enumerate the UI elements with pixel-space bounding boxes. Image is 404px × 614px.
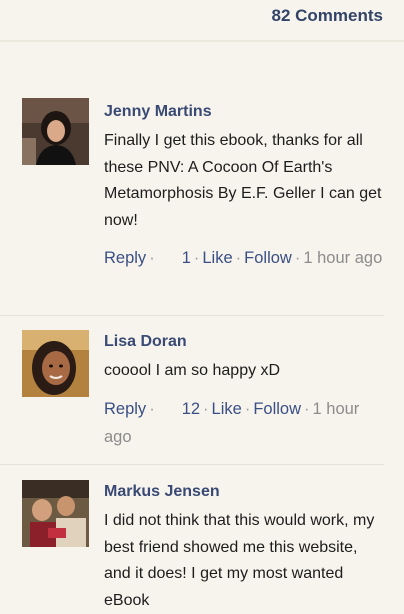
- separator-dot: ·: [304, 399, 310, 418]
- comment-body: Lisa Doran cooool I am so happy xD Reply…: [104, 332, 384, 451]
- woman-dark-hair-avatar-icon: [22, 98, 89, 165]
- woman-smiling-avatar-icon: [22, 330, 89, 397]
- separator-dot: ·: [294, 249, 301, 267]
- comment-text: I did not think that this would work, my…: [104, 512, 375, 609]
- follow-link[interactable]: Follow: [253, 400, 301, 418]
- separator-dot: ·: [235, 249, 242, 267]
- reply-link[interactable]: Reply: [104, 249, 146, 267]
- separator-dot: ·: [149, 249, 155, 267]
- comment-actions: Reply · 12 · Like · Follow · 1 hour ago: [104, 395, 384, 451]
- avatar[interactable]: [22, 480, 89, 547]
- like-count[interactable]: 1: [182, 249, 191, 267]
- header-divider: [0, 40, 404, 42]
- comment-text: cooool I am so happy xD: [104, 362, 281, 379]
- comment-body: Jenny Martins Finally I get this ebook, …: [104, 102, 384, 272]
- comment-actions: Reply · 1 · Like · Follow · 1 hour ago: [104, 244, 384, 272]
- separator-dot: ·: [193, 249, 200, 267]
- like-link[interactable]: Like: [212, 400, 242, 418]
- follow-link[interactable]: Follow: [244, 249, 292, 267]
- timestamp: 1 hour ago: [303, 249, 383, 267]
- avatar[interactable]: [22, 98, 89, 165]
- comment-divider: [0, 464, 384, 465]
- author-name[interactable]: Jenny Martins: [104, 102, 384, 124]
- like-link[interactable]: Like: [202, 249, 232, 267]
- author-name[interactable]: Lisa Doran: [104, 332, 384, 354]
- comments-header: 82 Comments: [0, 0, 404, 34]
- group-photo-avatar-icon: [22, 480, 89, 547]
- like-count[interactable]: 12: [182, 400, 200, 418]
- avatar[interactable]: [22, 330, 89, 397]
- separator-dot: ·: [244, 399, 251, 418]
- comment-text: Finally I get this ebook, thanks for all…: [104, 132, 382, 229]
- separator-dot: ·: [203, 399, 209, 418]
- comment-divider: [0, 315, 384, 316]
- comment-body: Markus Jensen I did not think that this …: [104, 482, 384, 614]
- separator-dot: ·: [149, 399, 155, 418]
- reply-link[interactable]: Reply: [104, 400, 146, 418]
- comment-count[interactable]: 82 Comments: [272, 6, 383, 26]
- author-name[interactable]: Markus Jensen: [104, 482, 384, 504]
